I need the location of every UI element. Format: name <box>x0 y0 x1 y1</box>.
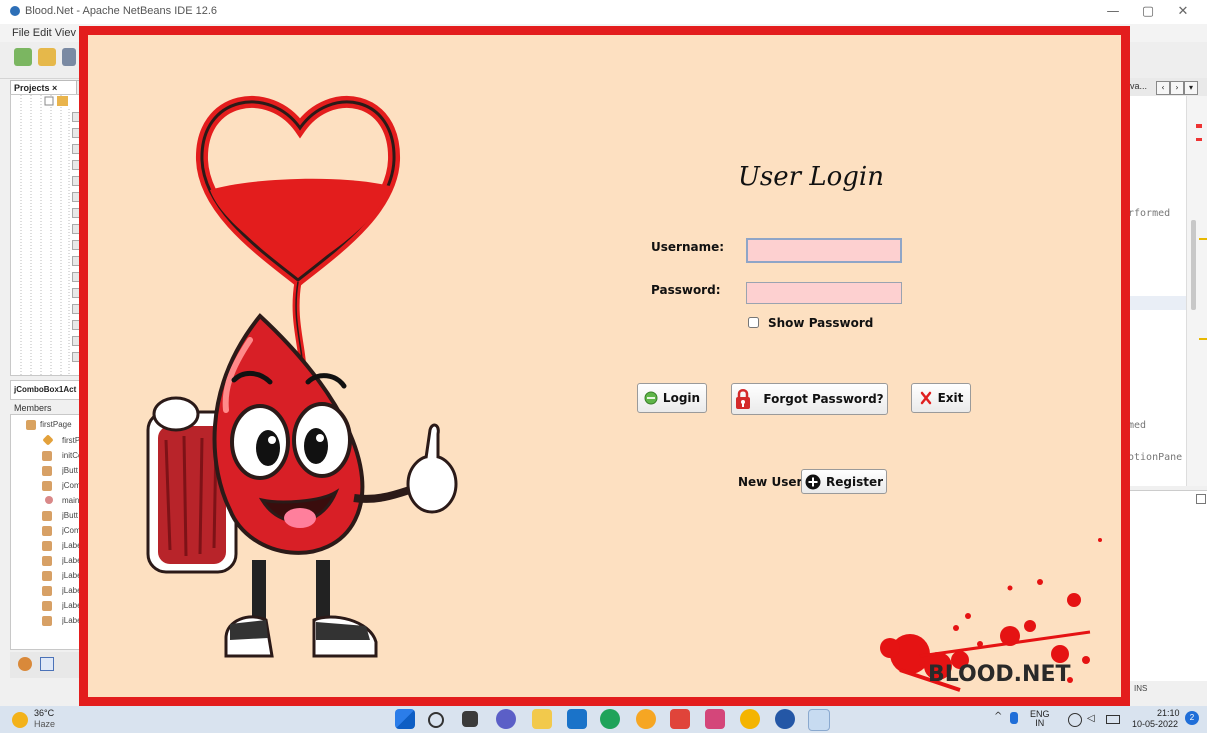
language-indicator[interactable]: ENG IN <box>1030 710 1050 728</box>
mail-icon[interactable] <box>567 709 587 729</box>
login-icon <box>644 391 658 405</box>
task-view-icon[interactable] <box>462 711 478 727</box>
lock-icon <box>736 389 751 409</box>
chrome-browser-icon[interactable] <box>740 709 760 729</box>
username-input[interactable] <box>746 238 902 263</box>
clock-time[interactable]: 21:10 <box>1157 708 1180 718</box>
code-text: med <box>1128 420 1147 431</box>
tray-overflow-icon[interactable]: ^ <box>994 711 1002 722</box>
register-button-label: Register <box>825 474 884 489</box>
tab-list-icon[interactable]: ▾ <box>1184 81 1198 95</box>
code-text: otionPane <box>1128 452 1183 463</box>
field-icon <box>42 601 52 611</box>
field-icon <box>42 616 52 626</box>
tab-scroll-right-icon[interactable]: › <box>1170 81 1184 95</box>
field-icon <box>42 541 52 551</box>
exit-x-icon <box>920 391 931 405</box>
field-icon <box>42 556 52 566</box>
java-app-icon[interactable] <box>808 709 830 731</box>
search-icon[interactable] <box>428 712 444 728</box>
register-button[interactable]: Register <box>801 469 887 494</box>
members-label: Members <box>14 403 52 413</box>
login-button-label: Login <box>662 391 701 405</box>
volume-icon[interactable]: ◁ <box>1087 713 1099 725</box>
open-project-icon[interactable] <box>62 48 76 66</box>
forgot-password-button[interactable]: Forgot Password? <box>731 383 888 415</box>
tab-scroll-left-icon[interactable]: ‹ <box>1156 81 1170 95</box>
palette-icon[interactable] <box>18 657 32 671</box>
exit-button[interactable]: Exit <box>911 383 971 413</box>
forgot-password-label: Forgot Password? <box>763 392 884 406</box>
maximize-icon[interactable]: ▢ <box>1133 2 1163 22</box>
bluetooth-icon[interactable] <box>1010 712 1018 724</box>
error-marker[interactable] <box>1196 138 1202 141</box>
new-project-icon[interactable] <box>38 48 56 66</box>
weather-description[interactable]: Haze <box>34 719 55 729</box>
xampp-icon[interactable] <box>705 709 725 729</box>
main-method-icon <box>45 496 53 504</box>
blood-drop-mascot-illustration <box>146 96 458 658</box>
show-password-checkbox[interactable] <box>748 317 759 328</box>
member-item[interactable]: firstPage <box>40 420 80 429</box>
insert-mode-status: INS <box>1134 684 1148 693</box>
clock-date[interactable]: 10-05-2022 <box>1132 719 1178 729</box>
field-icon <box>42 466 52 476</box>
netbeans-app-icon <box>10 6 20 16</box>
field-icon <box>42 511 52 521</box>
error-marker[interactable] <box>1196 124 1202 128</box>
office-icon[interactable] <box>670 709 690 729</box>
close-icon[interactable]: ✕ <box>1168 2 1198 22</box>
weather-sun-icon[interactable] <box>12 712 28 728</box>
field-icon <box>42 571 52 581</box>
new-user-label: New User? <box>738 475 810 489</box>
battery-icon[interactable] <box>1106 715 1120 724</box>
notification-badge[interactable]: 2 <box>1185 711 1199 725</box>
start-windows-icon[interactable] <box>395 709 415 729</box>
weather-temperature[interactable]: 36°C <box>34 708 54 718</box>
panel-minimize-icon[interactable] <box>1196 494 1206 504</box>
new-file-icon[interactable] <box>14 48 32 66</box>
exit-button-label: Exit <box>937 391 964 405</box>
output-panel <box>1130 490 1207 681</box>
password-label: Password: <box>651 283 721 297</box>
teams-chat-icon[interactable] <box>496 709 516 729</box>
editor-scrollbar-thumb[interactable] <box>1191 220 1196 310</box>
language-bottom: IN <box>1035 718 1045 728</box>
field-icon <box>42 481 52 491</box>
password-input[interactable] <box>746 282 902 304</box>
ide-window-title: Blood.Net - Apache NetBeans IDE 12.6 <box>25 5 218 17</box>
current-line-highlight <box>1130 296 1186 310</box>
netbeans-taskbar-icon[interactable] <box>775 709 795 729</box>
show-password-label[interactable]: Show Password <box>768 316 873 330</box>
edge-browser-icon[interactable] <box>600 709 620 729</box>
warning-marker[interactable] <box>1199 338 1207 340</box>
login-button[interactable]: Login <box>637 383 707 413</box>
right-editor-tab[interactable]: va... <box>1130 81 1147 91</box>
minimize-icon[interactable]: — <box>1098 2 1128 22</box>
network-globe-icon[interactable] <box>1068 713 1082 727</box>
file-explorer-icon[interactable] <box>532 709 552 729</box>
login-title: User Login <box>738 162 884 192</box>
field-icon <box>42 586 52 596</box>
field-icon <box>42 526 52 536</box>
ide-menu-items[interactable]: File Edit Viev <box>12 27 76 39</box>
plus-circle-icon <box>805 474 821 489</box>
username-label: Username: <box>651 240 725 254</box>
editor-error-stripe <box>1186 96 1207 486</box>
navigator-tab[interactable]: jComboBox1Act <box>10 380 87 400</box>
brand-logo-text: BLOOD.NET <box>928 662 1071 687</box>
chrome-canary-icon[interactable] <box>636 709 656 729</box>
warning-marker[interactable] <box>1199 238 1207 240</box>
method-icon <box>42 451 52 461</box>
code-text: rformed <box>1128 208 1171 219</box>
design-view-icon[interactable] <box>40 657 54 671</box>
class-icon <box>26 420 36 430</box>
